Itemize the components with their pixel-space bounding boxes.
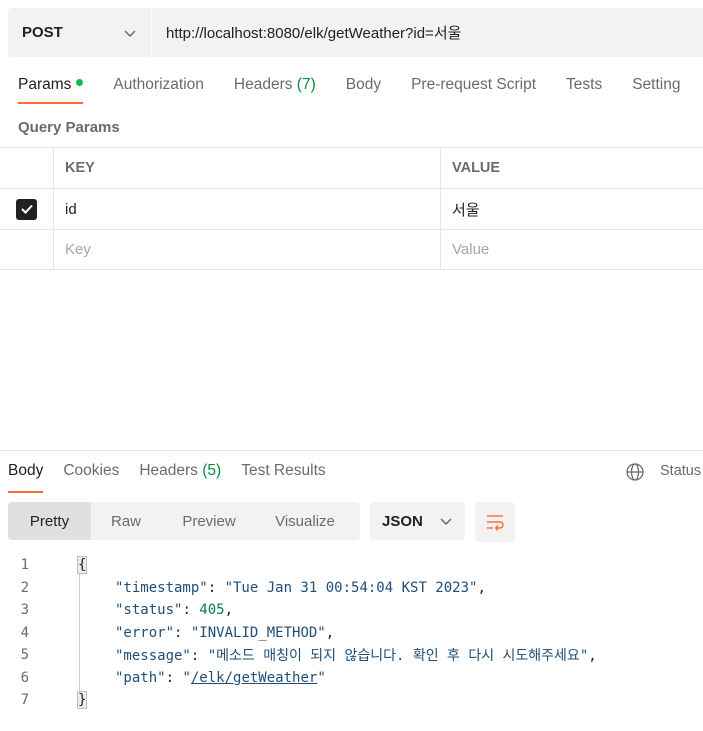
tab-label: Headers [233, 76, 293, 93]
line-number: 5 [20, 647, 29, 664]
param-value-cell[interactable]: 서울 [441, 189, 703, 229]
param-key-cell[interactable]: id [54, 189, 441, 229]
view-mode-toggle: Pretty Raw Preview Visualize [8, 502, 360, 540]
url-bar: POST http://localhost:8080/elk/getWeathe… [8, 8, 703, 57]
tab-label: Setting [632, 76, 681, 93]
code-line: 5 "message": "메소드 매칭이 되지 않습니다. 확인 후 다시 시… [0, 644, 703, 667]
code-line: 6 "path": "/elk/getWeather" [0, 667, 703, 690]
json-value: "Tue Jan 31 00:54:04 KST 2023" [224, 579, 478, 596]
code-line: 7 } [0, 689, 703, 712]
response-tab-test-results[interactable]: Test Results [241, 462, 325, 492]
json-value-suffix: " [317, 669, 326, 686]
code-line: 2 "timestamp": "Tue Jan 31 00:54:04 KST … [0, 577, 703, 600]
url-input[interactable]: http://localhost:8080/elk/getWeather?id=… [152, 22, 461, 43]
tab-settings[interactable]: Setting [632, 76, 680, 106]
tab-label: Authorization [113, 76, 204, 93]
tab-pre-request-script[interactable]: Pre-request Script [411, 76, 536, 106]
format-label: JSON [382, 512, 423, 530]
response-tab-body[interactable]: Body [8, 462, 44, 493]
view-pretty[interactable]: Pretty [8, 502, 91, 540]
json-value: "INVALID_METHOD" [190, 624, 326, 641]
code-line: 4 "error": "INVALID_METHOD", [0, 622, 703, 645]
response-tabs: Body Cookies Headers (5) Test Results [8, 462, 346, 493]
globe-icon[interactable] [625, 462, 645, 482]
line-number: 1 [20, 557, 29, 574]
tab-authorization[interactable]: Authorization [113, 76, 203, 106]
table-row-empty: Key Value [0, 229, 703, 270]
tab-label: Params [18, 76, 72, 93]
response-tab-cookies[interactable]: Cookies [63, 462, 119, 492]
tab-tests[interactable]: Tests [566, 76, 602, 106]
view-raw[interactable]: Raw [91, 502, 161, 540]
tab-label: Body [8, 462, 44, 479]
key-column-header: KEY [54, 148, 441, 188]
table-header: KEY VALUE [0, 147, 703, 188]
status-label: Status [660, 463, 702, 479]
checkmark-icon [20, 204, 33, 214]
view-preview[interactable]: Preview [161, 502, 257, 540]
request-tabs: Params Authorization Headers (7) Body Pr… [18, 76, 703, 106]
json-value: "메소드 매칭이 되지 않습니다. 확인 후 다시 시도해주세요" [207, 648, 589, 665]
line-number: 3 [20, 602, 29, 619]
tab-label: Cookies [63, 462, 120, 479]
line-number: 6 [20, 669, 29, 686]
key-input[interactable]: Key [54, 230, 441, 269]
tab-label: Tests [566, 76, 603, 93]
json-key: "timestamp" [115, 579, 208, 596]
tab-count: (7) [296, 76, 316, 93]
value-column-header: VALUE [452, 160, 501, 176]
query-params-title: Query Params [18, 119, 120, 136]
wrap-lines-button[interactable] [475, 502, 515, 542]
json-key: "status" [115, 602, 183, 619]
line-number: 2 [20, 579, 29, 596]
response-body-editor[interactable]: 1 { 2 "timestamp": "Tue Jan 31 00:54:04 … [0, 554, 703, 712]
method-label: POST [22, 24, 63, 41]
json-key: "error" [115, 624, 175, 641]
method-select[interactable]: POST [8, 8, 152, 57]
value-input[interactable]: Value [441, 230, 703, 269]
code-line: 1 { [0, 554, 703, 577]
tab-count: (5) [202, 462, 222, 479]
tab-body[interactable]: Body [346, 76, 381, 106]
table-row: id 서울 [0, 188, 703, 229]
tab-label: Headers [139, 462, 198, 479]
tab-label: Pre-request Script [411, 76, 537, 93]
json-key: "path" [115, 669, 166, 686]
path-link[interactable]: /elk/getWeather [191, 670, 317, 686]
chevron-down-icon [124, 29, 136, 37]
view-visualize[interactable]: Visualize [257, 502, 353, 540]
format-select[interactable]: JSON [370, 502, 465, 540]
query-params-table: KEY VALUE id 서울 Key Value [0, 147, 703, 270]
open-brace: { [76, 556, 88, 575]
param-checkbox[interactable] [16, 198, 37, 220]
chevron-down-icon [440, 518, 452, 526]
response-divider[interactable] [0, 450, 703, 451]
line-number: 4 [20, 624, 29, 641]
json-key: "message" [115, 648, 191, 665]
line-number: 7 [20, 692, 29, 709]
close-brace: } [76, 691, 88, 710]
tab-label: Body [345, 76, 382, 93]
params-active-dot [76, 79, 84, 87]
tab-label: Test Results [241, 462, 326, 479]
wrap-lines-icon [487, 515, 504, 531]
json-value: 405 [199, 602, 225, 619]
json-value-prefix: " [182, 669, 191, 686]
tab-params[interactable]: Params [18, 76, 84, 106]
tab-headers[interactable]: Headers (7) [234, 76, 316, 106]
code-line: 3 "status": 405, [0, 599, 703, 622]
response-tab-headers[interactable]: Headers (5) [139, 462, 221, 492]
